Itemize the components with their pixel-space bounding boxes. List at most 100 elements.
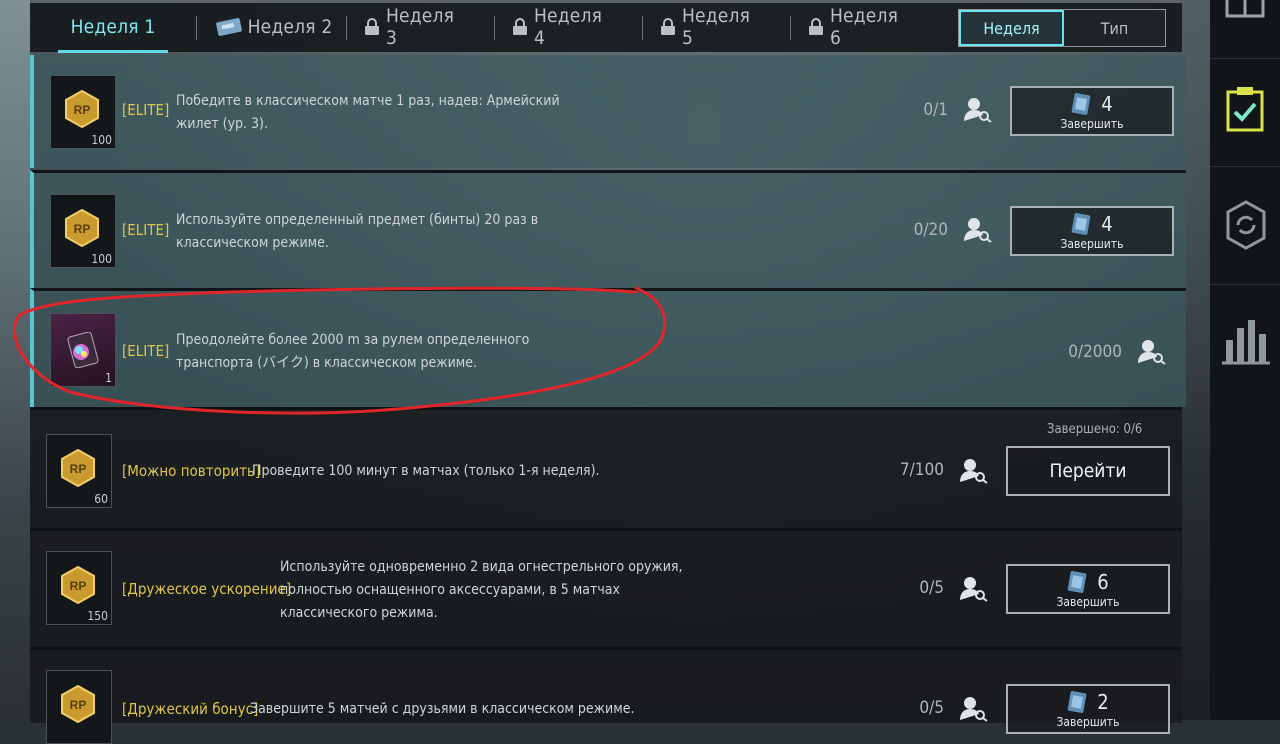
- mission-progress: 7/100: [899, 460, 944, 480]
- sidebar-divider: [1210, 166, 1280, 167]
- mission-progress: 0/5: [919, 578, 944, 598]
- color-card-icon: [67, 332, 99, 368]
- tab-separator: [196, 16, 197, 40]
- tab-week-4[interactable]: Неделя 4: [512, 5, 612, 49]
- friend-search-icon[interactable]: [964, 217, 992, 243]
- sidebar-divider: [1210, 284, 1280, 285]
- svg-text:RP: RP: [74, 103, 91, 117]
- tab-week-1[interactable]: Неделя 1: [58, 10, 168, 53]
- mission-row: RP 100 [ELITE] Используйте определенный …: [30, 170, 1186, 288]
- tab-week-2[interactable]: Неделя 2: [214, 10, 334, 44]
- tab-separator: [494, 16, 495, 40]
- reward-item[interactable]: RP: [46, 670, 112, 744]
- mission-tag: [ELITE]: [122, 342, 170, 360]
- mission-tag: [ELITE]: [122, 101, 170, 119]
- svg-text:RP: RP: [70, 462, 87, 476]
- rp-coin-icon: RP: [61, 566, 95, 604]
- mission-row: RP 150 [Дружеское ускорение] Используйте…: [30, 528, 1182, 647]
- toggle-type[interactable]: Тип: [1064, 10, 1165, 46]
- button-label: Завершить: [1056, 714, 1120, 729]
- missions-panel: Неделя 1 Неделя 2 Неделя 3 Неделя 4 Неде…: [30, 0, 1186, 744]
- card-icon: [1067, 690, 1087, 713]
- week-tab-bar: Неделя 1 Неделя 2 Неделя 3 Неделя 4 Неде…: [30, 0, 1182, 53]
- card-icon: [1071, 92, 1091, 115]
- button-count: 6: [1097, 569, 1109, 594]
- reward-quantity: 1: [105, 371, 112, 385]
- rp-coin-icon: RP: [65, 90, 99, 128]
- complete-button[interactable]: 4 Завершить: [1010, 206, 1174, 256]
- mission-tag: [Дружеское ускорение]: [122, 580, 292, 598]
- rp-coin-icon: RP: [65, 209, 99, 247]
- card-icon: [1067, 570, 1087, 593]
- reward-item[interactable]: RP 100: [50, 194, 116, 268]
- button-label: Завершить: [1056, 594, 1120, 609]
- rp-coin-icon: RP: [61, 449, 95, 487]
- friend-search-icon[interactable]: [964, 97, 992, 123]
- tab-label: Неделя 6: [830, 5, 899, 49]
- mission-description: Используйте одновременно 2 вида огнестре…: [280, 559, 683, 621]
- card-icon: [1071, 212, 1091, 235]
- tab-label: Неделя 3: [386, 5, 455, 49]
- rp-badge-icon[interactable]: [1226, 200, 1266, 250]
- tab-label: Неделя 1: [70, 16, 156, 38]
- friend-search-icon[interactable]: [960, 696, 988, 722]
- mission-tag: [ELITE]: [122, 221, 170, 239]
- tab-week-5[interactable]: Неделя 5: [660, 5, 760, 49]
- reward-item[interactable]: RP 150: [46, 551, 112, 625]
- button-count: 2: [1097, 689, 1109, 714]
- lock-icon: [512, 18, 528, 36]
- complete-button[interactable]: 6 Завершить: [1006, 564, 1170, 614]
- mission-description: Победите в классическом матче 1 раз, над…: [176, 93, 560, 132]
- mission-progress: 0/1: [923, 100, 948, 120]
- gift-icon[interactable]: [1224, 0, 1266, 20]
- tab-label: Неделя 5: [682, 5, 751, 49]
- lock-icon: [660, 18, 676, 36]
- tab-separator: [642, 16, 643, 40]
- background-left-edge: [0, 0, 30, 720]
- reward-quantity: 100: [91, 252, 112, 266]
- rp-coin-icon: RP: [61, 685, 95, 723]
- reward-quantity: 60: [94, 492, 108, 506]
- missions-icon[interactable]: [1226, 86, 1264, 132]
- mission-progress: 0/20: [913, 220, 948, 240]
- reward-item[interactable]: RP 60: [46, 434, 112, 508]
- lock-icon: [808, 18, 824, 36]
- button-count: 4: [1101, 91, 1113, 116]
- mission-progress: 0/5: [919, 698, 944, 718]
- toggle-week[interactable]: Неделя: [959, 10, 1064, 46]
- mission-row: 1 [ELITE] Преодолейте более 2000 m за ру…: [30, 288, 1186, 407]
- mission-description: Используйте определенный предмет (бинты)…: [176, 212, 539, 251]
- reward-item[interactable]: RP 100: [50, 75, 116, 149]
- reward-item[interactable]: 1: [50, 313, 116, 387]
- friend-search-icon[interactable]: [1138, 339, 1166, 365]
- svg-text:RP: RP: [70, 579, 87, 593]
- lock-icon: [364, 18, 380, 36]
- friend-search-icon[interactable]: [960, 576, 988, 602]
- complete-button[interactable]: 4 Завершить: [1010, 86, 1174, 136]
- go-button[interactable]: Перейти: [1006, 446, 1170, 496]
- mission-progress: 0/2000: [1068, 342, 1122, 362]
- complete-button[interactable]: 2 Завершить: [1006, 684, 1170, 734]
- tab-week-3[interactable]: Неделя 3: [364, 5, 464, 49]
- tab-separator: [346, 16, 347, 40]
- mission-row: RP 60 [Можно повторить] Проведите 100 ми…: [30, 407, 1182, 528]
- tab-label: Неделя 2: [247, 16, 333, 38]
- svg-text:RP: RP: [70, 698, 87, 712]
- ticket-icon: [215, 18, 242, 36]
- view-toggle: Неделя Тип: [958, 9, 1166, 47]
- completed-count: Завершено: 0/6: [1047, 422, 1143, 437]
- stats-icon[interactable]: [1222, 318, 1270, 366]
- mission-tag: [Можно повторить]: [122, 462, 261, 480]
- right-sidebar: [1210, 0, 1280, 720]
- mission-tag: [Дружеский бонус]: [122, 700, 259, 718]
- svg-text:RP: RP: [74, 222, 91, 236]
- mission-description: Проведите 100 минут в матчах (только 1-я…: [252, 463, 600, 479]
- button-label: Завершить: [1060, 236, 1124, 251]
- tab-label: Неделя 4: [534, 5, 603, 49]
- mission-row: RP 100 [ELITE] Победите в классическом м…: [30, 55, 1186, 168]
- tab-week-6[interactable]: Неделя 6: [808, 5, 908, 49]
- sidebar-divider: [1210, 58, 1280, 59]
- mission-description: Преодолейте более 2000 m за рулем опреде…: [176, 332, 530, 371]
- mission-row: RP [Дружеский бонус] Завершите 5 матчей …: [30, 647, 1182, 744]
- friend-search-icon[interactable]: [960, 458, 988, 484]
